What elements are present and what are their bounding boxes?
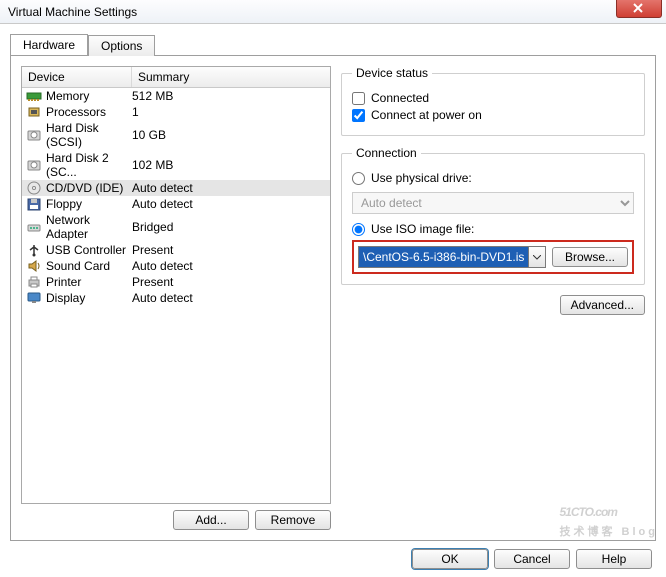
physical-drive-radio-row[interactable]: Use physical drive: <box>352 171 634 185</box>
device-summary: Bridged <box>132 220 326 234</box>
left-pane: Device Summary Memory512 MBProcessors1Ha… <box>21 66 331 530</box>
device-name: USB Controller <box>46 243 126 257</box>
connection-legend: Connection <box>352 146 421 160</box>
memory-icon <box>26 89 42 103</box>
physical-drive-select: Auto detect <box>352 192 634 214</box>
hdd-icon <box>26 158 42 172</box>
device-row[interactable]: Hard Disk 2 (SC...102 MB <box>22 150 330 180</box>
device-summary: 10 GB <box>132 128 326 142</box>
hdd-icon <box>26 128 42 142</box>
iso-path-dropdown[interactable] <box>528 246 546 268</box>
device-row[interactable]: CD/DVD (IDE) Auto detect <box>22 180 330 196</box>
browse-button[interactable]: Browse... <box>552 247 628 267</box>
connection-group: Connection Use physical drive: Auto dete… <box>341 146 645 285</box>
close-icon <box>633 3 645 13</box>
device-summary: Auto detect <box>132 259 326 273</box>
help-button[interactable]: Help <box>576 549 652 569</box>
ok-button[interactable]: OK <box>412 549 488 569</box>
power-on-label: Connect at power on <box>371 108 482 122</box>
device-name: Floppy <box>46 197 82 211</box>
device-summary: Auto detect <box>132 197 326 211</box>
physical-drive-label: Use physical drive: <box>371 171 472 185</box>
device-status-legend: Device status <box>352 66 432 80</box>
iso-path-combo[interactable] <box>358 246 546 268</box>
right-pane: Device status Connected Connect at power… <box>341 66 645 530</box>
dialog-button-bar: OK Cancel Help <box>0 541 666 577</box>
cd-icon <box>26 181 42 195</box>
device-summary: Auto detect <box>132 291 326 305</box>
device-summary: Auto detect <box>132 181 326 195</box>
col-device[interactable]: Device <box>22 67 132 87</box>
device-name: Printer <box>46 275 81 289</box>
device-summary: Present <box>132 243 326 257</box>
titlebar: Virtual Machine Settings <box>0 0 666 24</box>
device-name: Hard Disk 2 (SC... <box>46 151 132 179</box>
remove-button[interactable]: Remove <box>255 510 331 530</box>
device-status-group: Device status Connected Connect at power… <box>341 66 645 136</box>
add-button[interactable]: Add... <box>173 510 249 530</box>
tab-options[interactable]: Options <box>88 35 155 56</box>
device-row[interactable]: USB Controller Present <box>22 242 330 258</box>
cpu-icon <box>26 105 42 119</box>
connected-checkbox[interactable] <box>352 92 365 105</box>
usb-icon <box>26 243 42 257</box>
device-row[interactable]: Hard Disk (SCSI)10 GB <box>22 120 330 150</box>
iso-path-input[interactable] <box>358 246 528 268</box>
device-name: Processors <box>46 105 106 119</box>
iso-radio[interactable] <box>352 223 365 236</box>
sound-icon <box>26 259 42 273</box>
tab-panel-hardware: Device Summary Memory512 MBProcessors1Ha… <box>10 55 656 541</box>
device-row[interactable]: Sound Card Auto detect <box>22 258 330 274</box>
cancel-button[interactable]: Cancel <box>494 549 570 569</box>
device-name: Sound Card <box>46 259 110 273</box>
printer-icon <box>26 275 42 289</box>
device-name: CD/DVD (IDE) <box>46 181 123 195</box>
iso-highlight-box: Browse... <box>352 240 634 274</box>
device-table: Device Summary Memory512 MBProcessors1Ha… <box>21 66 331 504</box>
advanced-button[interactable]: Advanced... <box>560 295 645 315</box>
connected-checkbox-row[interactable]: Connected <box>352 91 634 105</box>
device-name: Display <box>46 291 85 305</box>
device-summary: 1 <box>132 105 326 119</box>
device-row[interactable]: Memory 512 MB <box>22 88 330 104</box>
tab-hardware[interactable]: Hardware <box>10 34 88 55</box>
device-row[interactable]: Floppy Auto detect <box>22 196 330 212</box>
floppy-icon <box>26 197 42 211</box>
power-on-checkbox[interactable] <box>352 109 365 122</box>
device-row[interactable]: Printer Present <box>22 274 330 290</box>
tab-strip: Hardware Options <box>0 24 666 55</box>
close-button[interactable] <box>616 0 662 18</box>
device-name: Memory <box>46 89 89 103</box>
device-table-header: Device Summary <box>22 67 330 88</box>
device-summary: 102 MB <box>132 158 326 172</box>
connected-label: Connected <box>371 91 429 105</box>
device-row[interactable]: Processors 1 <box>22 104 330 120</box>
window-title: Virtual Machine Settings <box>8 5 137 19</box>
iso-label: Use ISO image file: <box>371 222 474 236</box>
net-icon <box>26 220 42 234</box>
display-icon <box>26 291 42 305</box>
device-name: Hard Disk (SCSI) <box>46 121 132 149</box>
device-row[interactable]: Network AdapterBridged <box>22 212 330 242</box>
chevron-down-icon <box>533 255 541 260</box>
col-summary[interactable]: Summary <box>132 67 330 87</box>
poweron-checkbox-row[interactable]: Connect at power on <box>352 108 634 122</box>
iso-radio-row[interactable]: Use ISO image file: <box>352 222 634 236</box>
device-summary: Present <box>132 275 326 289</box>
device-name: Network Adapter <box>46 213 132 241</box>
physical-drive-radio[interactable] <box>352 172 365 185</box>
device-summary: 512 MB <box>132 89 326 103</box>
device-row[interactable]: Display Auto detect <box>22 290 330 306</box>
